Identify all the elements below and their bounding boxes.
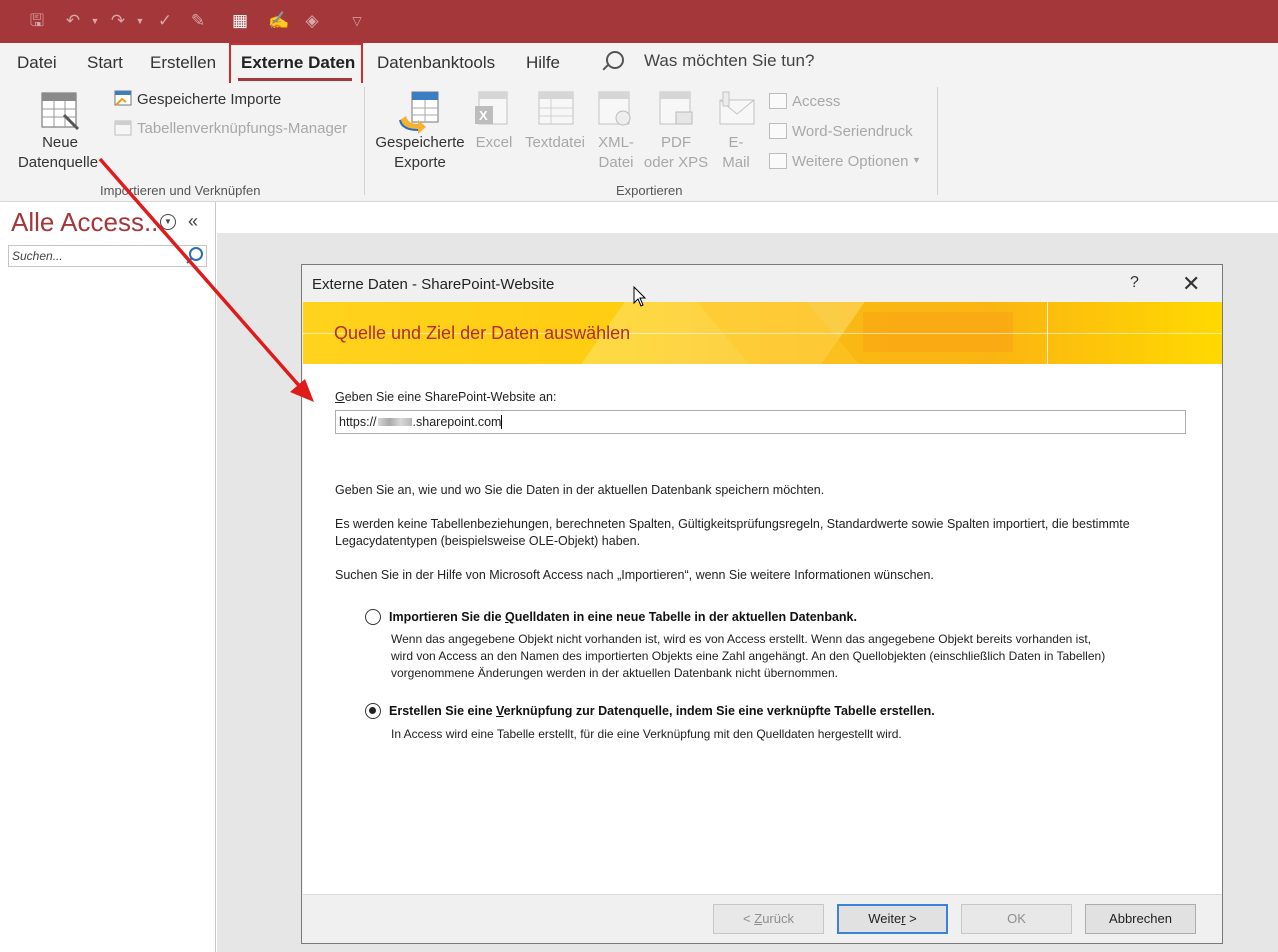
redo-icon[interactable]: ↷ [108,11,128,31]
saved-exports-icon [399,91,439,134]
table-icon[interactable]: ▦ [230,11,250,31]
link-option-title: Erstellen Sie eine Verknüpfung zur Daten… [389,704,935,718]
dialog-title: Externe Daten - SharePoint-Website [312,276,555,293]
text-caret [501,415,503,429]
chevron-down-icon: ▼ [912,155,921,165]
textdatei-label: Textdatei [524,134,586,151]
ok-button[interactable]: OK [961,904,1072,934]
text-file-icon [538,91,574,125]
weitere-optionen-label: Weitere Optionen [792,153,909,170]
redacted-tenant [377,418,412,426]
gespeicherte-importe-label: Gespeicherte Importe [137,91,282,108]
tab-erstellen[interactable]: Erstellen [150,53,216,73]
word-seriendruck-label: Word-Seriendruck [792,123,913,140]
xml-label-1: XML- [598,134,634,151]
mouse-cursor-icon [633,286,647,307]
tab-hilfe[interactable]: Hilfe [526,53,560,73]
banner-decoration [863,312,1013,352]
search-icon[interactable] [184,246,206,266]
tell-me-label: Was möchten Sie tun? [644,51,815,70]
excel-icon: X [475,91,508,125]
import-group-label: Importieren und Verknüpfen [100,183,261,198]
info-text-1: Geben Sie an, wie und wo Sie die Daten i… [335,483,825,497]
access-icon [769,93,787,109]
import-desc-3: vorgenommene Änderungen werden in der ak… [391,666,838,680]
link-radio[interactable] [365,703,381,719]
search-icon [606,51,624,69]
annotation-highlight-box [229,43,363,84]
linked-table-manager-icon [114,120,132,136]
tell-me-search[interactable]: Was möchten Sie tun? [606,51,814,71]
more-options-icon [769,153,787,169]
access-label: Access [792,93,841,110]
banner-heading: Quelle und Ziel der Daten auswählen [334,323,631,343]
tab-datei[interactable]: Datei [17,53,57,73]
form-icon[interactable]: ✎ [188,11,208,31]
info-text-2b: Legacydatentypen (beispielsweise OLE-Obj… [335,534,641,548]
group-separator [937,87,938,195]
info-text-3: Suchen Sie in der Hilfe von Microsoft Ac… [335,568,934,582]
link-desc-1: In Access wird eine Tabelle erstellt, fü… [391,727,902,741]
tab-start[interactable]: Start [87,53,123,73]
word-merge-icon [769,123,787,139]
new-data-source-icon [41,92,80,131]
customize-qat-icon[interactable]: ▽ [347,11,367,31]
import-option-title: Importieren Sie die Quelldaten in eine n… [389,610,857,624]
cancel-button[interactable]: Abbrechen [1085,904,1196,934]
import-desc-1: Wenn das angegebene Objekt nicht vorhand… [391,632,1091,646]
import-radio[interactable] [365,609,381,625]
dialog-footer-separator [303,894,1222,895]
redo-dropdown-icon[interactable]: ▼ [130,11,150,31]
export-group-label: Exportieren [616,183,683,198]
banner-line [1047,302,1048,364]
info-text-2a: Es werden keine Tabellenbeziehungen, ber… [335,517,1130,531]
pdf-label-2: oder XPS [643,154,709,171]
undo-icon[interactable]: ↶ [63,11,83,31]
undo-dropdown-icon[interactable]: ▼ [85,11,105,31]
ribbon: Neue Datenquelle Gespeicherte Importe Ta… [0,83,1278,202]
site-label: Geben Sie eine SharePoint-Website an: [335,390,557,404]
fill-icon[interactable]: ◈ [302,11,322,31]
xml-label-2: Datei [598,154,634,171]
external-data-dialog: Externe Daten - SharePoint-Website ? ✕ Q… [301,264,1223,944]
pdf-label-1: PDF [661,134,691,151]
email-label-2: Mail [722,154,750,171]
nav-search-input[interactable]: Suchen... [8,245,207,267]
brush-icon[interactable]: ✍ [268,11,289,31]
url-prefix: https:// [339,415,377,429]
workspace-tab-strip [217,202,1278,233]
gespeicherte-exporte-label-2: Exporte [394,154,446,171]
neue-datenquelle-label-2: Datenquelle [17,154,99,171]
svg-text:X: X [479,108,488,123]
next-button[interactable]: Weiter > [837,904,948,934]
navigation-pane: Alle Access... ▼ « Suchen... [0,202,216,952]
import-desc-2: wird von Access an den Namen des importi… [391,649,1106,663]
tab-datenbanktools[interactable]: Datenbanktools [377,53,495,73]
back-button[interactable]: < Zurück [713,904,824,934]
title-bar: 🖫 ↶ ▼ ↷ ▼ ✓ ✎ ▦ ✍ ◈ ▽ [0,0,1278,43]
dialog-banner: Quelle und Ziel der Daten auswählen [303,302,1222,364]
saved-imports-icon [114,90,132,106]
dialog-content: Geben Sie eine SharePoint-Website an: ht… [303,364,1222,894]
collapse-pane-icon[interactable]: « [188,211,198,232]
pdf-icon [659,91,693,125]
check-icon[interactable]: ✓ [155,11,175,31]
url-suffix: .sharepoint.com [412,415,502,429]
email-icon [719,91,755,125]
nav-search-placeholder: Suchen... [12,249,63,263]
gespeicherte-exporte-label-1: Gespeicherte [375,134,465,151]
tabellenverknuepfungs-manager-label: Tabellenverknüpfungs-Manager [137,120,348,137]
group-separator [364,87,365,195]
email-label-1: E- [728,134,744,151]
close-icon[interactable]: ✕ [1182,271,1200,297]
help-icon[interactable]: ? [1130,274,1139,292]
chevron-down-icon[interactable]: ▼ [160,214,176,230]
sharepoint-url-field[interactable]: https:// .sharepoint.com [335,410,1186,434]
xml-icon [598,91,631,126]
excel-label: Excel [475,134,513,151]
save-icon[interactable]: 🖫 [27,11,47,31]
neue-datenquelle-label-1: Neue [42,134,78,151]
nav-pane-title[interactable]: Alle Access... [11,207,166,238]
